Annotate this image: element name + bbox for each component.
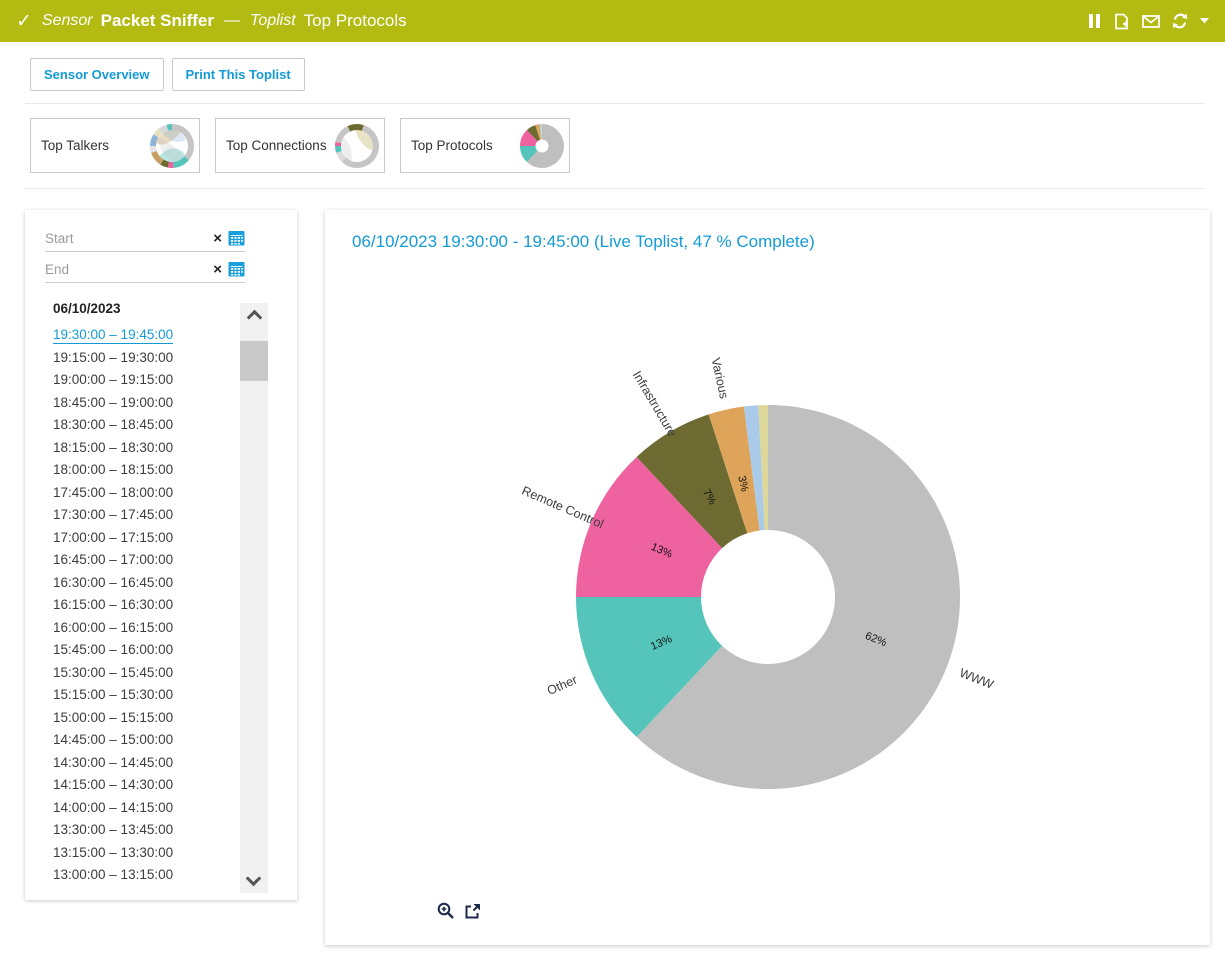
status-check-icon: ✓ [16,10,32,33]
chart-panel: 06/10/2023 19:30:00 - 19:45:00 (Live Top… [325,210,1210,945]
clear-start-icon[interactable]: × [213,231,222,246]
start-date-input[interactable] [45,231,213,246]
chart-footer [437,902,481,920]
time-interval-item[interactable]: 13:15:00 – 13:30:00 [53,842,173,865]
start-field: × [45,225,245,252]
interval-list: 19:30:00 – 19:45:0019:15:00 – 19:30:0019… [53,324,173,887]
top-protocols-pie-chart: 62%WWW13%Other13%Remote Control7%Infrast… [325,262,1210,882]
time-interval-item[interactable]: 15:15:00 – 15:30:00 [53,684,173,707]
pause-icon[interactable] [1088,13,1101,29]
time-interval-item[interactable]: 18:30:00 – 18:45:00 [53,414,173,437]
open-external-icon[interactable] [464,903,481,920]
refresh-icon[interactable] [1172,13,1188,29]
sensor-overview-button[interactable]: Sensor Overview [30,58,164,91]
time-interval-item[interactable]: 16:15:00 – 16:30:00 [53,594,173,617]
divider [25,103,1205,104]
pie-slice-name-label: Remote Control [520,484,606,532]
time-interval-item[interactable]: 14:15:00 – 14:30:00 [53,774,173,797]
time-interval-item[interactable]: 19:15:00 – 19:30:00 [53,347,173,370]
time-interval-item[interactable]: 15:30:00 – 15:45:00 [53,662,173,685]
time-interval-item[interactable]: 15:45:00 – 16:00:00 [53,639,173,662]
time-interval-item[interactable]: 18:00:00 – 18:15:00 [53,459,173,482]
calendar-icon[interactable] [228,261,245,277]
pie-slice-name-label: Various [708,357,731,401]
chord-diagram-icon [333,122,381,170]
page-title: Top Protocols [304,11,407,31]
scroll-up-icon[interactable] [246,310,262,326]
divider [25,188,1205,189]
filter-panel: × × 06/10/2023 19:30:00 – 19:45:0019:15:… [25,210,297,900]
time-interval-item[interactable]: 19:30:00 – 19:45:00 [53,324,173,347]
breadcrumb-separator: — [224,12,240,30]
add-report-icon[interactable] [1113,13,1130,30]
chord-diagram-icon [148,122,196,170]
pie-slice-name-label: Other [545,673,579,698]
tab-top-talkers[interactable]: Top Talkers [30,118,200,173]
time-interval-item[interactable]: 18:45:00 – 19:00:00 [53,392,173,415]
breadcrumb-sensor-name[interactable]: Packet Sniffer [101,11,214,31]
tab-label: Top Connections [226,138,327,153]
tab-label: Top Protocols [411,138,493,153]
header-bar: ✓ Sensor Packet Sniffer — Toplist Top Pr… [0,0,1225,42]
time-interval-item[interactable]: 14:45:00 – 15:00:00 [53,729,173,752]
header-actions [1088,13,1209,30]
end-field: × [45,256,245,283]
clear-end-icon[interactable]: × [213,262,222,277]
scroll-down-icon[interactable] [246,871,262,887]
donut-chart-icon [518,122,566,170]
time-interval-item[interactable]: 18:15:00 – 18:30:00 [53,437,173,460]
email-icon[interactable] [1142,15,1160,28]
tab-top-protocols[interactable]: Top Protocols [400,118,570,173]
date-header: 06/10/2023 [53,301,121,316]
chart-title: 06/10/2023 19:30:00 - 19:45:00 (Live Top… [352,232,815,252]
caret-down-icon[interactable] [1200,18,1209,24]
pie-slice-name-label: WWW [958,666,996,692]
tab-label: Top Talkers [41,138,109,153]
calendar-icon[interactable] [228,230,245,246]
time-interval-item[interactable]: 15:00:00 – 15:15:00 [53,707,173,730]
zoom-in-icon[interactable] [437,902,455,920]
time-interval-item[interactable]: 16:45:00 – 17:00:00 [53,549,173,572]
time-interval-item[interactable]: 14:30:00 – 14:45:00 [53,752,173,775]
time-interval-item[interactable]: 14:00:00 – 14:15:00 [53,797,173,820]
time-interval-item[interactable]: 17:45:00 – 18:00:00 [53,482,173,505]
print-toplist-button[interactable]: Print This Toplist [172,58,305,91]
time-interval-item[interactable]: 16:00:00 – 16:15:00 [53,617,173,640]
time-interval-item[interactable]: 16:30:00 – 16:45:00 [53,572,173,595]
time-interval-item[interactable]: 19:00:00 – 19:15:00 [53,369,173,392]
breadcrumb-sensor-label: Sensor [42,12,93,30]
scrollbar[interactable] [240,303,268,893]
time-interval-item[interactable]: 17:00:00 – 17:15:00 [53,527,173,550]
tab-top-connections[interactable]: Top Connections [215,118,385,173]
scrollbar-thumb[interactable] [240,341,268,381]
toolbar: Sensor Overview Print This Toplist [30,58,305,91]
time-interval-item[interactable]: 13:00:00 – 13:15:00 [53,864,173,887]
end-date-input[interactable] [45,262,213,277]
time-interval-item[interactable]: 13:30:00 – 13:45:00 [53,819,173,842]
breadcrumb-toplist-label: Toplist [250,12,296,30]
pie-slice-name-label: Infrastructure [630,369,680,440]
time-interval-item[interactable]: 17:30:00 – 17:45:00 [53,504,173,527]
